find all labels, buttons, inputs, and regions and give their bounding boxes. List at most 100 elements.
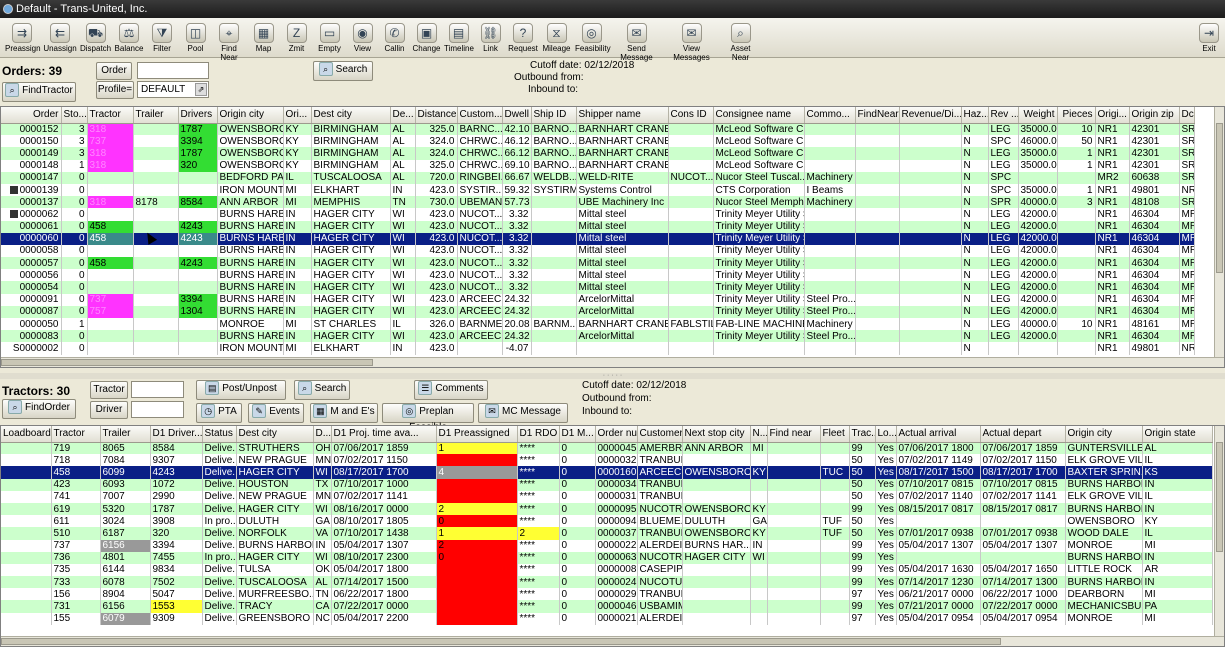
toolbar-view-button[interactable]: ◉ View (347, 20, 378, 56)
orders-hscroll-thumb[interactable] (1, 359, 373, 366)
orders-row[interactable]: 00000501 MONROEMIST CHARLESIL326.0BARNME.… (1, 318, 1195, 331)
profile-button[interactable]: Profile= (96, 81, 134, 99)
toolbar-zmit-button[interactable]: Z Zmit (281, 20, 312, 56)
toolbar-pool-button[interactable]: ◫ Pool (180, 20, 211, 56)
toolbar-unassign-button[interactable]: ⇇ Unassign (42, 20, 78, 56)
orders-column-header[interactable]: Dc (1179, 107, 1195, 124)
tractors-row[interactable]: 45860994243Delive...HAGER CITYWI08/17/20… (1, 466, 1213, 479)
orders-vertical-scrollbar[interactable] (1214, 107, 1224, 359)
profile-input[interactable]: DEFAULT ⇗ (137, 81, 209, 98)
tractors-column-header[interactable]: Lo... (875, 426, 897, 443)
orders-search-button[interactable]: ⌕ Search (313, 61, 373, 81)
toolbar-link-button[interactable]: ⛓ Link (475, 20, 506, 56)
tractors-row[interactable]: 71870849307Delive...NEW PRAGUEMN07/02/20… (1, 454, 1213, 467)
orders-column-header[interactable]: Cons ID (668, 107, 714, 124)
orders-column-header[interactable]: Sto... (61, 107, 88, 124)
tractors-column-header[interactable]: Dest city (236, 426, 314, 443)
toolbar-asset-near-button[interactable]: ⌕ Asset Near (720, 20, 761, 62)
toolbar-feasibility-button[interactable]: ◎ Feasibility (574, 20, 611, 56)
toolbar-mileage-button[interactable]: ⧖ Mileage (540, 20, 573, 56)
preplan-feasible-button[interactable]: ◎Preplan Feasible (382, 403, 474, 433)
toolbar-preassign-button[interactable]: ⇉ Preassign (4, 20, 41, 56)
m-and-e-button[interactable]: ▦ M and E's (310, 403, 378, 423)
tractors-row[interactable]: 74170072990Delive...NEW PRAGUEMN07/02/20… (1, 490, 1213, 503)
mc-message-button[interactable]: ✉ MC Message (478, 403, 568, 423)
toolbar-view-messages-button[interactable]: ✉ View Messages (664, 20, 719, 62)
profile-picker-icon[interactable]: ⇗ (195, 83, 207, 96)
toolbar-timeline-button[interactable]: ▤ Timeline (443, 20, 474, 56)
tractors-horizontal-scrollbar[interactable] (1, 636, 1224, 646)
exit-button[interactable]: ⇥ Exit (1196, 20, 1222, 56)
toolbar-dispatch-button[interactable]: ⛟ Dispatch (79, 20, 112, 56)
orders-row[interactable]: 0000149 3 318 1787 OWENSBORO KY BIRMINGHAM AL 32… (1, 147, 1195, 160)
tractors-row[interactable]: 15689045047Delive...MURFREESBO...TN06/22… (1, 588, 1213, 601)
orders-row[interactable]: 00000560BURNS HARBORINHAGER CITYWI423.0N… (1, 269, 1195, 282)
orders-column-header[interactable]: Ship ID (531, 107, 577, 124)
events-button[interactable]: ✎ Events (248, 403, 304, 423)
orders-column-header[interactable]: Distance (415, 107, 458, 124)
tractors-column-header[interactable]: Order nu... (595, 426, 638, 443)
orders-column-header[interactable]: De... (390, 107, 416, 124)
tractors-column-header[interactable]: Origin state (1142, 426, 1213, 443)
driver-button[interactable]: Driver (90, 401, 128, 419)
find-tractor-button[interactable]: ⌕ FindTractor (2, 82, 76, 102)
orders-row[interactable]: 0000150 3 737 3394 OWENSBORO KY BIRMINGHAM AL 32… (1, 135, 1195, 148)
orders-row[interactable]: 00000540BURNS HARBORINHAGER CITYWI423.0N… (1, 281, 1195, 294)
tractors-row[interactable]: 42360931072Delive...HOUSTONTX07/10/2017 … (1, 478, 1213, 491)
orders-row[interactable]: S00000020 IRON MOUNTAINMIELKHARTIN423.0 -4… (1, 342, 1195, 355)
orders-row[interactable]: 00000620BURNS HARBORINHAGER CITYWI423.0N… (1, 208, 1195, 221)
orders-row[interactable]: 00001390IRON MOUNTAINMIELKHARTIN423.0SYS… (1, 183, 1195, 197)
tractors-column-header[interactable]: Next stop city (682, 426, 751, 443)
toolbar-change-button[interactable]: ▣ Change (411, 20, 442, 56)
orders-column-header[interactable]: Origin city (217, 107, 284, 124)
tractors-column-header[interactable]: Loadboard (1, 426, 52, 443)
toolbar-request-button[interactable]: ? Request (507, 20, 539, 56)
tractors-column-header[interactable]: Trac... (849, 426, 876, 443)
orders-column-header[interactable]: Dest city (311, 107, 391, 124)
tractors-column-header[interactable]: D... (313, 426, 332, 443)
order-button[interactable]: Order (96, 62, 132, 80)
tractors-column-header[interactable]: N... (750, 426, 768, 443)
orders-column-header[interactable]: Haz... (961, 107, 989, 124)
orders-vscroll-thumb[interactable] (1216, 123, 1223, 273)
tractors-search-button[interactable]: ⌕ Search (294, 380, 350, 400)
find-order-button[interactable]: ⌕ FindOrder (2, 399, 76, 419)
driver-input[interactable] (131, 401, 184, 418)
orders-row[interactable]: 00000610458 4243BURNS HARBORINHAGER CITYW… (1, 220, 1195, 233)
tractors-row[interactable]: 611 3024 3908 In pro... DULUTH GA 08/10/2017 1… (1, 515, 1213, 528)
orders-horizontal-scrollbar[interactable] (1, 357, 1224, 367)
orders-column-header[interactable]: Drivers (178, 107, 218, 124)
orders-row[interactable]: 00000870757 1304BURNS HARBORINHAGER CITYW… (1, 305, 1195, 318)
orders-row[interactable]: 00000580BURNS HARBORINHAGER CITYWI423.0N… (1, 244, 1195, 258)
orders-row[interactable]: 00001470 BEDFORD PARKILTUSCALOOSAAL720.0R… (1, 171, 1195, 184)
orders-column-header[interactable]: Rev ... (988, 107, 1019, 124)
toolbar-empty-button[interactable]: ▭ Empty (313, 20, 346, 56)
orders-column-header[interactable]: Origin zip (1129, 107, 1180, 124)
tractor-button[interactable]: Tractor (90, 381, 128, 399)
tractors-column-header[interactable]: D1 Proj. time ava... (331, 426, 437, 443)
tractors-vscroll-thumb[interactable] (1216, 442, 1223, 552)
orders-column-header[interactable]: Tractor (87, 107, 134, 124)
tractors-column-header[interactable]: D1 M... (559, 426, 596, 443)
orders-column-header[interactable]: Pieces (1057, 107, 1096, 124)
tractors-row[interactable]: 73161561553Delive...TRACYCA07/22/2017 00… (1, 600, 1213, 613)
orders-column-header[interactable]: Revenue/Di... (899, 107, 962, 124)
orders-row[interactable]: 00000830BURNS HARBORINHAGER CITYWI423.0A… (1, 330, 1195, 343)
toolbar-callin-button[interactable]: ✆ Callin (379, 20, 410, 56)
toolbar-balance-button[interactable]: ⚖ Balance (113, 20, 145, 56)
orders-column-header[interactable]: Custom... (457, 107, 503, 124)
tractors-column-header[interactable]: Trailer (100, 426, 151, 443)
comments-button[interactable]: ☰ Comments (414, 380, 488, 400)
tractors-column-header[interactable]: Status (202, 426, 237, 443)
tractors-row[interactable]: 15560799309Delive...GREENSBORONC05/04/20… (1, 612, 1213, 625)
post-unpost-button[interactable]: ▤ Post/Unpost (196, 380, 286, 400)
orders-column-header[interactable]: Ori... (283, 107, 312, 124)
tractors-vertical-scrollbar[interactable] (1214, 426, 1224, 638)
tractors-row[interactable]: 61953201787Delive...HAGER CITYWI08/16/20… (1, 502, 1213, 516)
tractors-column-header[interactable]: D1 Preassigned (436, 426, 518, 443)
orders-column-header[interactable]: FindNear (855, 107, 900, 124)
orders-row[interactable]: 00000600458 4243BURNS HARBORINHAGER CITYW… (1, 232, 1195, 245)
orders-column-header[interactable]: Commo... (804, 107, 856, 124)
tractors-column-header[interactable]: Customer (637, 426, 683, 443)
orders-row[interactable]: 0000148 1 318 320 OWENSBORO KY BIRMINGHAM AL 325… (1, 159, 1195, 172)
